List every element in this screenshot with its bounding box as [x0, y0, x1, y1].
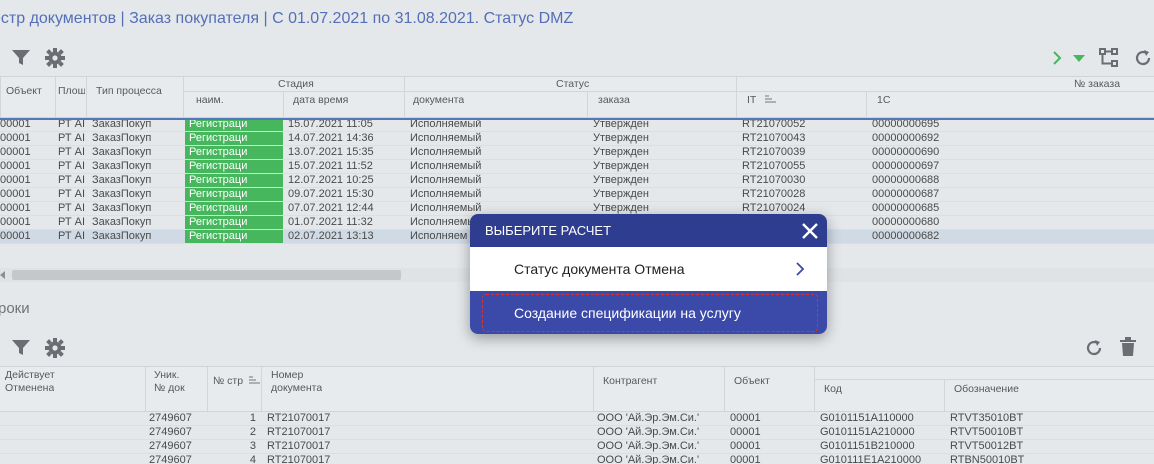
- dialog-option-cancel-status[interactable]: Статус документа Отмена: [470, 247, 827, 291]
- dialog-option-create-spec[interactable]: Создание спецификации на услугу: [470, 291, 827, 334]
- close-icon[interactable]: [799, 220, 821, 242]
- dialog-title: ВЫБЕРИТЕ РАСЧЕТ: [485, 223, 612, 238]
- choose-calculation-dialog: ВЫБЕРИТЕ РАСЧЕТ Статус документа Отмена …: [470, 214, 827, 334]
- chevron-right-icon: [795, 261, 805, 277]
- dialog-option-label: Статус документа Отмена: [514, 261, 685, 277]
- dialog-option-label: Создание спецификации на услугу: [482, 294, 818, 332]
- dialog-header: ВЫБЕРИТЕ РАСЧЕТ: [470, 214, 827, 247]
